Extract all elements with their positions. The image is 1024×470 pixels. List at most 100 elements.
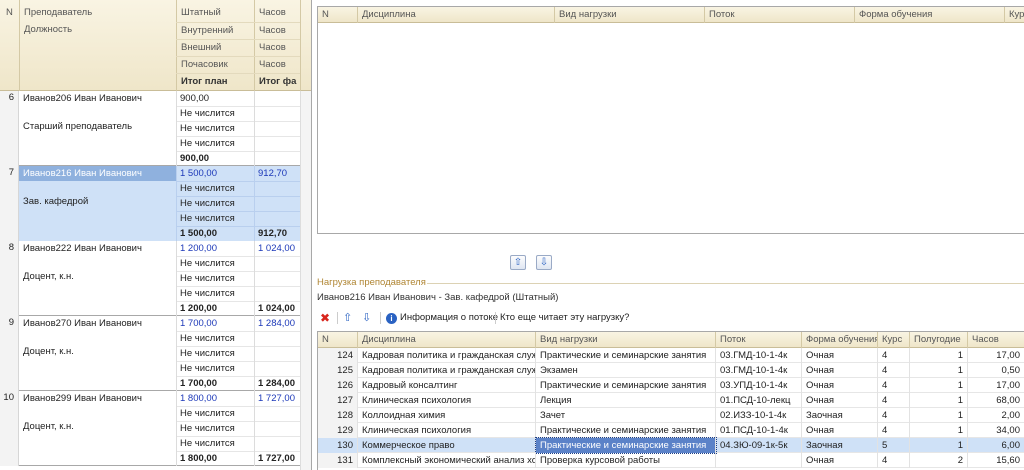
half-year-cell[interactable]: 1 — [910, 408, 968, 423]
internal-value[interactable]: Не числится — [176, 106, 254, 121]
course-cell[interactable]: 4 — [878, 363, 910, 378]
hourly-value[interactable]: Не числится — [176, 136, 254, 151]
col-header-stream[interactable]: Поток — [705, 7, 855, 23]
half-year-cell[interactable]: 1 — [910, 423, 968, 438]
half-year-cell[interactable]: 1 — [910, 378, 968, 393]
internal-value[interactable]: Не числится — [176, 256, 254, 271]
col-header-internal[interactable]: Внутренний — [177, 23, 233, 39]
stream-info-button[interactable]: i Информация о потоке — [386, 310, 498, 326]
who-reads-button[interactable]: Кто еще читает эту нагрузку? — [500, 310, 629, 326]
discipline-cell[interactable]: Коммерческое право — [358, 438, 536, 453]
teacher-name[interactable]: Иванов222 Иван Иванович — [19, 241, 176, 256]
col-header-study-form[interactable]: Форма обучения — [855, 7, 1005, 23]
stream-cell[interactable]: 03.ГМД-10-1-4к — [716, 348, 802, 363]
study-form-cell[interactable]: Очная — [802, 423, 878, 438]
hours-cell[interactable]: 15,60 — [968, 453, 1024, 468]
half-year-cell[interactable]: 1 — [910, 363, 968, 378]
col-header-load-kind[interactable]: Вид нагрузки — [555, 7, 705, 23]
teacher-row[interactable]: 6 Иванов206 Иван Иванович Старший препод… — [0, 91, 311, 166]
study-form-cell[interactable]: Очная — [802, 348, 878, 363]
col-header-staff[interactable]: Штатный — [177, 5, 221, 21]
teacher-row[interactable]: 8 Иванов222 Иван Иванович Доцент, к.н. 1… — [0, 241, 311, 316]
external-value[interactable]: Не числится — [176, 271, 254, 286]
study-form-cell[interactable]: Заочная — [802, 438, 878, 453]
col-header-half-year[interactable]: Полугодие — [910, 332, 968, 348]
col-header-hours-external[interactable]: Часов — [255, 40, 286, 56]
hours-cell[interactable]: 34,00 — [968, 423, 1024, 438]
discipline-cell[interactable]: Клиническая психология — [358, 393, 536, 408]
delete-icon[interactable]: ✖ — [320, 310, 330, 326]
half-year-cell[interactable]: 1 — [910, 393, 968, 408]
hourly-value[interactable]: Не числится — [176, 286, 254, 301]
internal-value[interactable]: Не числится — [176, 406, 254, 421]
discipline-cell[interactable]: Кадровая политика и гражданская служ... — [358, 348, 536, 363]
stream-cell[interactable]: 01.ПСД-10-1-4к — [716, 423, 802, 438]
external-value[interactable]: Не числится — [176, 196, 254, 211]
col-header-total-plan[interactable]: Итог план — [177, 74, 228, 90]
load-row[interactable]: 129 Клиническая психология Практические … — [318, 423, 1024, 438]
stream-cell[interactable]: 03.УПД-10-1-4к — [716, 378, 802, 393]
teacher-name[interactable]: Иванов270 Иван Иванович — [19, 316, 176, 331]
col-header-discipline[interactable]: Дисциплина — [358, 7, 555, 23]
col-header-hours[interactable]: Часов — [968, 332, 1024, 348]
study-form-cell[interactable]: Очная — [802, 393, 878, 408]
load-kind-cell[interactable]: Практические и семинарские занятия — [536, 348, 716, 363]
teacher-row[interactable]: 10 Иванов299 Иван Иванович Доцент, к.н. … — [0, 391, 311, 466]
discipline-cell[interactable]: Кадровая политика и гражданская служ... — [358, 363, 536, 378]
col-header-external[interactable]: Внешний — [177, 40, 221, 56]
available-load-grid[interactable]: N Дисциплина Вид нагрузки Поток Форма об… — [317, 6, 1024, 234]
course-cell[interactable]: 4 — [878, 378, 910, 393]
load-kind-cell[interactable]: Лекция — [536, 393, 716, 408]
discipline-cell[interactable]: Кадровый консалтинг — [358, 378, 536, 393]
staff-hours-value[interactable]: 1 024,00 — [254, 241, 300, 256]
stream-cell[interactable] — [716, 453, 802, 468]
stream-cell[interactable]: 04.ЗЮ-09-1к-5к — [716, 438, 802, 453]
discipline-cell[interactable]: Комплексный экономический анализ хо... — [358, 453, 536, 468]
discipline-cell[interactable]: Клиническая психология — [358, 423, 536, 438]
staff-value[interactable]: 1 200,00 — [176, 241, 254, 256]
load-kind-cell[interactable]: Проверка курсовой работы — [536, 453, 716, 468]
stream-cell[interactable]: 03.ГМД-10-1-4к — [716, 363, 802, 378]
half-year-cell[interactable]: 2 — [910, 453, 968, 468]
hours-cell[interactable]: 68,00 — [968, 393, 1024, 408]
load-row[interactable]: 127 Клиническая психология Лекция 01.ПСД… — [318, 393, 1024, 408]
col-header-stream[interactable]: Поток — [716, 332, 802, 348]
course-cell[interactable]: 4 — [878, 453, 910, 468]
col-header-hours-internal[interactable]: Часов — [255, 23, 286, 39]
study-form-cell[interactable]: Очная — [802, 363, 878, 378]
hours-cell[interactable]: 2,00 — [968, 408, 1024, 423]
course-cell[interactable]: 4 — [878, 423, 910, 438]
hours-cell[interactable]: 17,00 — [968, 378, 1024, 393]
col-header-hourly[interactable]: Почасовик — [177, 57, 228, 73]
hourly-value[interactable]: Не числится — [176, 211, 254, 226]
stream-cell[interactable]: 02.ИЗЗ-10-1-4к — [716, 408, 802, 423]
load-row[interactable]: 124 Кадровая политика и гражданская служ… — [318, 348, 1024, 363]
load-row[interactable]: 128 Коллоидная химия Зачет 02.ИЗЗ-10-1-4… — [318, 408, 1024, 423]
col-header-course[interactable]: Курс — [1005, 7, 1024, 23]
discipline-cell[interactable]: Коллоидная химия — [358, 408, 536, 423]
staff-hours-value[interactable]: 912,70 — [254, 166, 300, 181]
course-cell[interactable]: 5 — [878, 438, 910, 453]
hours-cell[interactable]: 0,50 — [968, 363, 1024, 378]
col-header-n[interactable]: N — [318, 7, 358, 23]
move-down-button[interactable]: ⇩ — [536, 255, 552, 270]
load-kind-cell[interactable]: Практические и семинарские занятия — [536, 423, 716, 438]
col-header-study-form[interactable]: Форма обучения — [802, 332, 878, 348]
col-header-n[interactable]: N — [318, 332, 358, 348]
teacher-name[interactable]: Иванов299 Иван Иванович — [19, 391, 176, 406]
staff-value[interactable]: 1 500,00 — [176, 166, 254, 181]
study-form-cell[interactable]: Очная — [802, 453, 878, 468]
teacher-row[interactable]: 9 Иванов270 Иван Иванович Доцент, к.н. 1… — [0, 316, 311, 391]
hours-cell[interactable]: 6,00 — [968, 438, 1024, 453]
load-kind-cell-focused[interactable]: Практические и семинарские занятия — [535, 437, 717, 454]
hours-cell[interactable]: 17,00 — [968, 348, 1024, 363]
load-row[interactable]: 125 Кадровая политика и гражданская служ… — [318, 363, 1024, 378]
col-header-n[interactable]: N — [2, 5, 13, 21]
load-row-selected[interactable]: 130 Коммерческое право Практические и се… — [318, 437, 1024, 454]
course-cell[interactable]: 4 — [878, 393, 910, 408]
external-value[interactable]: Не числится — [176, 121, 254, 136]
col-header-position[interactable]: Должность — [20, 22, 72, 38]
load-kind-cell[interactable]: Практические и семинарские занятия — [536, 378, 716, 393]
teacher-name[interactable]: Иванов216 Иван Иванович — [19, 166, 176, 181]
col-header-course[interactable]: Курс — [878, 332, 910, 348]
